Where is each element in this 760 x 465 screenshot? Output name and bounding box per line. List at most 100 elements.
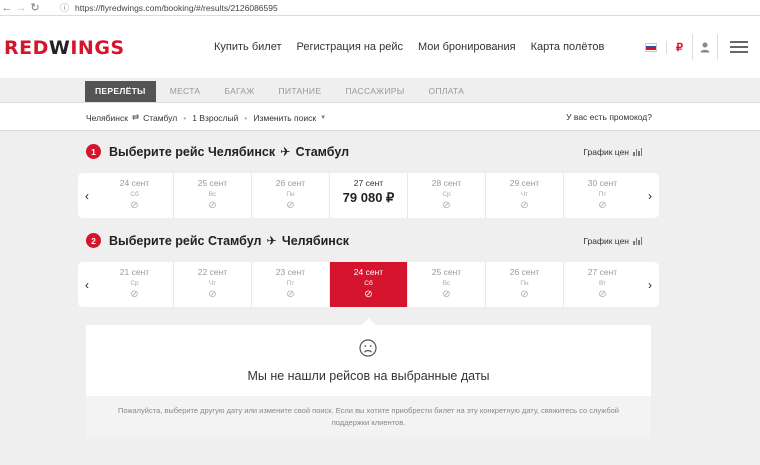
- date-label: 21 сент: [119, 267, 150, 277]
- date-cell[interactable]: 25 сент Вс ⊘: [407, 262, 485, 307]
- date-label: 24 сент: [353, 267, 384, 277]
- weekday-label: Пт: [598, 191, 607, 198]
- date-label: 27 сент: [587, 267, 618, 277]
- separator-dot: •: [244, 112, 248, 123]
- unavailable-icon: ⊘: [286, 200, 295, 211]
- step-flights[interactable]: ПЕРЕЛЁТЫ: [85, 81, 156, 102]
- price-chart-link-outbound[interactable]: График цен: [583, 147, 643, 157]
- forward-icon[interactable]: →: [14, 2, 28, 14]
- date-cell[interactable]: 24 сент Сб ⊘: [96, 173, 173, 218]
- date-label: 23 сент: [275, 267, 306, 277]
- weekday-label: Вс: [208, 191, 217, 198]
- date-cell[interactable]: 29 сент Чт ⊘: [485, 173, 563, 218]
- step-seats[interactable]: МЕСТА: [160, 81, 211, 102]
- plane-icon: ✈: [266, 234, 277, 248]
- outbound-title: 1 Выберите рейс Челябинск ✈ Стамбул: [86, 144, 349, 159]
- redwings-logo[interactable]: REDWINGS: [4, 37, 125, 59]
- prev-dates-arrow-icon[interactable]: ‹: [78, 262, 96, 307]
- date-label: 25 сент: [197, 178, 228, 188]
- unavailable-icon: ⊘: [520, 289, 529, 300]
- unavailable-icon: ⊘: [520, 200, 529, 211]
- next-dates-arrow-icon[interactable]: ›: [641, 262, 659, 307]
- date-cell[interactable]: 28 сент Ср ⊘: [407, 173, 485, 218]
- fare-price: 79 080 ₽: [342, 190, 395, 205]
- nav-my-bookings[interactable]: Мои бронирования: [418, 41, 516, 53]
- change-search-button[interactable]: Изменить поиск: [253, 113, 316, 123]
- step-payment[interactable]: ОПЛАТА: [419, 81, 475, 102]
- date-cell[interactable]: 26 сент Пн ⊘: [251, 173, 329, 218]
- sad-face-icon: [359, 339, 377, 357]
- inbound-date-carousel: ‹ 21 сент Ср ⊘ 22 сент Чт ⊘ 23 сент Пт ⊘ 24 сент С…: [78, 262, 659, 307]
- step-meals[interactable]: ПИТАНИЕ: [269, 81, 332, 102]
- nav-check-in[interactable]: Регистрация на рейс: [297, 41, 404, 53]
- weekday-label: Сб: [364, 280, 373, 287]
- date-label: 27 сент: [353, 178, 384, 188]
- prev-dates-arrow-icon[interactable]: ‹: [78, 173, 96, 218]
- weekday-label: Чт: [520, 191, 529, 198]
- currency-selector[interactable]: ₽: [666, 40, 683, 54]
- chevron-down-icon[interactable]: ▼: [320, 115, 326, 121]
- weekday-label: Пт: [286, 280, 295, 287]
- unavailable-icon: ⊘: [442, 200, 451, 211]
- step-passengers[interactable]: ПАССАЖИРЫ: [335, 81, 414, 102]
- promo-code-link[interactable]: У вас есть промокод?: [566, 112, 652, 122]
- origin-city: Челябинск: [86, 112, 128, 123]
- info-icon[interactable]: ⓘ: [60, 1, 69, 14]
- unavailable-icon: ⊘: [598, 200, 607, 211]
- date-cell[interactable]: 24 сент Сб ⊘: [329, 262, 407, 307]
- bar-chart-icon: [633, 237, 643, 245]
- plane-icon: ✈: [280, 145, 291, 159]
- date-label: 29 сент: [509, 178, 540, 188]
- date-cell[interactable]: 26 сент Пн ⊘: [485, 262, 563, 307]
- weekday-label: Чт: [208, 280, 217, 287]
- site-header: REDWINGS Купить билет Регистрация на рей…: [0, 16, 760, 78]
- unavailable-icon: ⊘: [442, 289, 451, 300]
- no-flights-title: Мы не нашли рейсов на выбранные даты: [247, 369, 490, 383]
- date-label: 26 сент: [275, 178, 306, 188]
- separator-dot: •: [183, 112, 187, 123]
- unavailable-icon: ⊘: [130, 200, 139, 211]
- date-cell[interactable]: 30 сент Пт ⊘: [563, 173, 641, 218]
- price-chart-link-inbound[interactable]: График цен: [583, 236, 643, 246]
- unavailable-icon: ⊘: [130, 289, 139, 300]
- weekday-label: Пн: [286, 191, 295, 198]
- nav-route-map[interactable]: Карта полётов: [531, 41, 605, 53]
- date-cell[interactable]: 21 сент Ср ⊘: [96, 262, 173, 307]
- menu-icon[interactable]: [718, 41, 760, 53]
- back-icon[interactable]: ←: [0, 2, 14, 14]
- russian-flag-icon[interactable]: [645, 42, 657, 52]
- weekday-label: Пн: [520, 280, 529, 287]
- address-bar[interactable]: https://flyredwings.com/booking/#/result…: [75, 3, 278, 13]
- date-cell[interactable]: 22 сент Чт ⊘: [173, 262, 251, 307]
- next-dates-arrow-icon[interactable]: ›: [641, 173, 659, 218]
- passenger-count: 1 Взрослый: [192, 112, 239, 123]
- no-flights-message: Пожалуйста, выберите другую дату или изм…: [86, 396, 651, 439]
- booking-steps: ПЕРЕЛЁТЫ МЕСТА БАГАЖ ПИТАНИЕ ПАССАЖИРЫ О…: [0, 78, 760, 102]
- unavailable-icon: ⊘: [286, 289, 295, 300]
- date-cell[interactable]: 23 сент Пт ⊘: [251, 262, 329, 307]
- unavailable-icon: ⊘: [208, 200, 217, 211]
- main-nav: Купить билет Регистрация на рейс Мои бро…: [214, 41, 619, 53]
- unavailable-icon: ⊘: [598, 289, 607, 300]
- unavailable-icon: ⊘: [364, 289, 373, 300]
- date-cell[interactable]: 27 сент Вт ⊘: [563, 262, 641, 307]
- inbound-title: 2 Выберите рейс Стамбул ✈ Челябинск: [86, 233, 349, 248]
- date-label: 25 сент: [431, 267, 462, 277]
- unavailable-icon: ⊘: [208, 289, 217, 300]
- user-icon[interactable]: [692, 34, 718, 60]
- reload-icon[interactable]: ↻: [28, 1, 42, 14]
- date-cell[interactable]: 27 сент 79 080 ₽: [329, 173, 407, 218]
- destination-city: Стамбул: [143, 112, 178, 123]
- nav-buy-ticket[interactable]: Купить билет: [214, 41, 282, 53]
- weekday-label: Ср: [442, 191, 451, 198]
- date-label: 22 сент: [197, 267, 228, 277]
- date-label: 28 сент: [431, 178, 462, 188]
- bar-chart-icon: [633, 148, 643, 156]
- date-cell[interactable]: 25 сент Вс ⊘: [173, 173, 251, 218]
- step-badge: 2: [86, 233, 101, 248]
- date-label: 24 сент: [119, 178, 150, 188]
- weekday-label: Вт: [598, 280, 607, 287]
- search-summary: Челябинск ⇄ Стамбул • 1 Взрослый • Измен…: [0, 102, 760, 131]
- weekday-label: Сб: [130, 191, 139, 198]
- step-baggage[interactable]: БАГАЖ: [214, 81, 264, 102]
